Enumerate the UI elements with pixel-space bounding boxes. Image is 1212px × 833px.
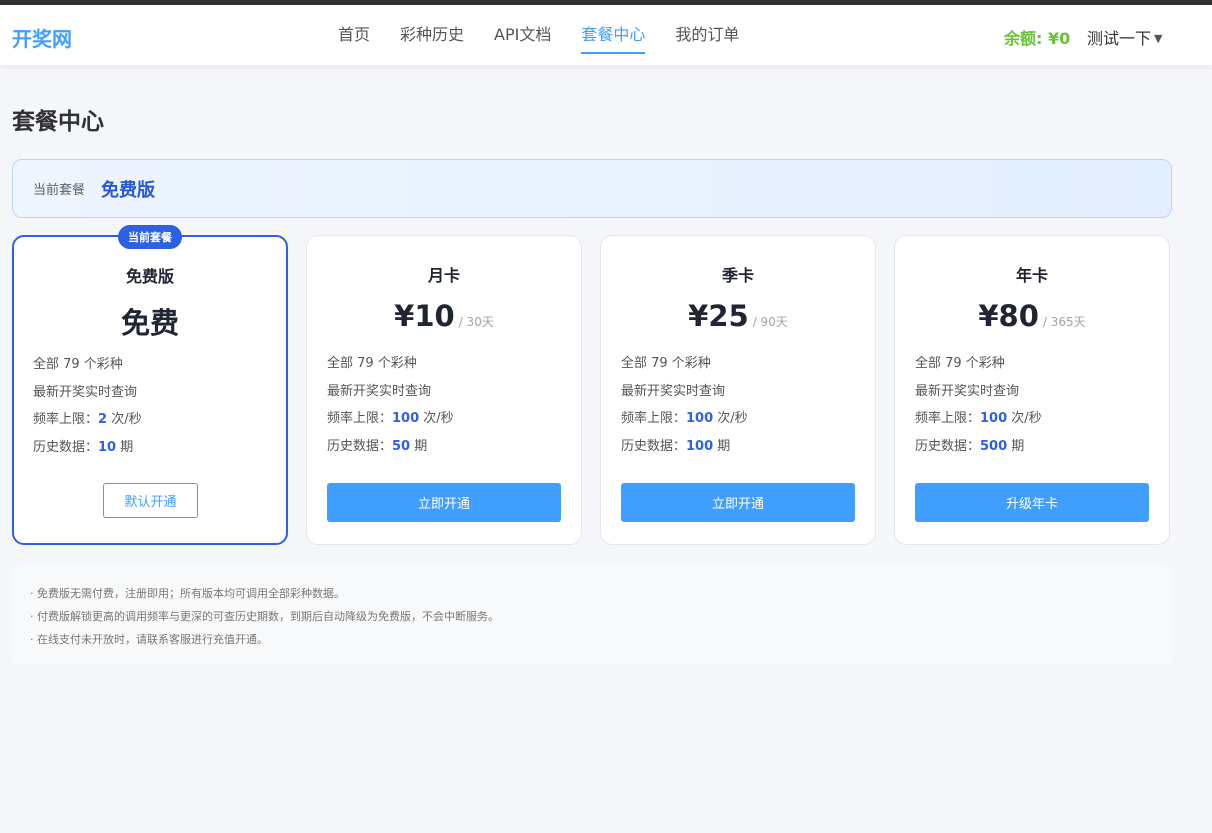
plan-price: 免费 [33, 300, 267, 340]
subscribe-quarterly-button[interactable]: 立即开通 [621, 483, 855, 522]
note-item: · 在线支付未开放时，请联系客服进行充值开通。 [30, 633, 268, 646]
plan-card-free: 当前套餐 免费版 免费 全部 79 个彩种 最新开奖实时查询 频率上限：2 次/… [12, 225, 288, 545]
current-plan-banner: 当前套餐 免费版 [12, 159, 1172, 218]
history-unit: 期 [116, 439, 134, 455]
site-logo[interactable]: 开奖网 [12, 23, 72, 52]
rate-unit: 次/秒 [419, 411, 454, 426]
nav-api-docs[interactable]: API文档 [494, 5, 551, 65]
price-period: / 90天 [752, 315, 788, 329]
user-name: 测试一下 [1087, 29, 1152, 48]
nav-home[interactable]: 首页 [338, 5, 370, 65]
feature-all-lotteries: 全部 79 个彩种 [327, 356, 417, 371]
rate-value: 100 [686, 411, 714, 426]
feature-all-lotteries: 全部 79 个彩种 [33, 357, 123, 372]
plan-features: 全部 79 个彩种 最新开奖实时查询 频率上限：100 次/秒 历史数据：500… [915, 350, 1149, 460]
nav-lottery-history[interactable]: 彩种历史 [400, 5, 464, 65]
plan-card-quarterly: 季卡 ¥25/ 90天 全部 79 个彩种 最新开奖实时查询 频率上限：100 … [600, 235, 876, 545]
feature-realtime: 最新开奖实时查询 [327, 383, 432, 399]
plan-notes: · 免费版无需付费，注册即用；所有版本均可调用全部彩种数据。 · 付费版解锁更高… [12, 565, 1172, 665]
feature-all-lotteries: 全部 79 个彩种 [915, 356, 1005, 371]
feature-rate-limit: 频率上限：100 次/秒 [915, 405, 1149, 433]
plan-name: 年卡 [1015, 266, 1048, 285]
price-amount: 免费 [120, 306, 179, 340]
plan-price: ¥10/ 30天 [327, 299, 561, 339]
rate-label: 频率上限： [915, 411, 981, 426]
plan-features: 全部 79 个彩种 最新开奖实时查询 频率上限：100 次/秒 历史数据：100… [621, 350, 855, 460]
top-header: 开奖网 首页 彩种历史 API文档 套餐中心 我的订单 余额: ¥0 测试一下 ▼ [0, 5, 1212, 65]
nav-plan-center[interactable]: 套餐中心 [581, 5, 646, 65]
price-period: / 30天 [458, 315, 494, 329]
history-label: 历史数据： [327, 438, 393, 454]
main-content: 套餐中心 当前套餐 免费版 当前套餐 免费版 免费 全部 79 个彩种 最新开奖… [12, 65, 1172, 665]
default-activate-button[interactable]: 默认开通 [103, 483, 198, 518]
current-plan-value: 免费版 [101, 179, 156, 201]
plan-name: 季卡 [721, 266, 754, 285]
account-balance: 余额: ¥0 [1004, 29, 1071, 48]
nav-my-orders[interactable]: 我的订单 [675, 5, 739, 65]
history-label: 历史数据： [621, 438, 687, 454]
page-title: 套餐中心 [12, 109, 104, 135]
history-label: 历史数据： [33, 439, 99, 455]
history-value: 10 [98, 439, 117, 455]
history-value: 50 [392, 438, 411, 454]
plan-name: 免费版 [125, 267, 174, 286]
price-amount: ¥80 [978, 299, 1039, 333]
history-value: 100 [686, 438, 714, 454]
subscribe-monthly-button[interactable]: 立即开通 [327, 483, 561, 522]
main-nav: 首页 彩种历史 API文档 套餐中心 我的订单 [338, 5, 739, 65]
current-plan-badge: 当前套餐 [118, 225, 182, 249]
rate-value: 2 [98, 412, 108, 427]
price-amount: ¥25 [688, 299, 749, 333]
feature-realtime: 最新开奖实时查询 [915, 383, 1020, 399]
feature-rate-limit: 频率上限：100 次/秒 [327, 405, 561, 433]
plan-features: 全部 79 个彩种 最新开奖实时查询 频率上限：2 次/秒 历史数据：10 期 [33, 351, 267, 461]
feature-history: 历史数据：50 期 [327, 433, 561, 461]
feature-rate-limit: 频率上限：2 次/秒 [33, 406, 267, 434]
note-item: · 免费版无需付费，注册即用；所有版本均可调用全部彩种数据。 [30, 587, 345, 600]
rate-unit: 次/秒 [713, 411, 748, 426]
feature-history: 历史数据：10 期 [33, 434, 267, 462]
feature-realtime: 最新开奖实时查询 [33, 384, 138, 400]
feature-history: 历史数据：100 期 [621, 433, 855, 461]
history-value: 500 [980, 438, 1008, 454]
history-label: 历史数据： [915, 438, 981, 454]
plan-card-yearly: 年卡 ¥80/ 365天 全部 79 个彩种 最新开奖实时查询 频率上限：100… [894, 235, 1170, 545]
price-amount: ¥10 [394, 299, 455, 333]
feature-rate-limit: 频率上限：100 次/秒 [621, 405, 855, 433]
feature-realtime: 最新开奖实时查询 [621, 383, 726, 399]
price-period: / 365天 [1042, 315, 1086, 329]
rate-value: 100 [980, 411, 1008, 426]
upgrade-yearly-button[interactable]: 升级年卡 [915, 483, 1149, 522]
chevron-down-icon: ▼ [1154, 32, 1163, 45]
plan-name: 月卡 [427, 266, 460, 285]
rate-label: 频率上限： [621, 411, 687, 426]
feature-all-lotteries: 全部 79 个彩种 [621, 356, 711, 371]
rate-unit: 次/秒 [107, 412, 142, 427]
feature-history: 历史数据：500 期 [915, 433, 1149, 461]
rate-label: 频率上限： [327, 411, 393, 426]
rate-value: 100 [392, 411, 420, 426]
user-menu[interactable]: 测试一下 ▼ [1087, 25, 1162, 49]
plan-price: ¥80/ 365天 [915, 299, 1149, 339]
note-item: · 付费版解锁更高的调用频率与更深的可查历史期数，到期后自动降级为免费版，不会中… [30, 610, 499, 623]
history-unit: 期 [713, 438, 731, 454]
plan-price: ¥25/ 90天 [621, 299, 855, 339]
history-unit: 期 [410, 438, 428, 454]
plan-card-monthly: 月卡 ¥10/ 30天 全部 79 个彩种 最新开奖实时查询 频率上限：100 … [306, 235, 582, 545]
plan-cards: 当前套餐 免费版 免费 全部 79 个彩种 最新开奖实时查询 频率上限：2 次/… [12, 225, 1172, 545]
plan-features: 全部 79 个彩种 最新开奖实时查询 频率上限：100 次/秒 历史数据：50 … [327, 350, 561, 460]
rate-unit: 次/秒 [1007, 411, 1042, 426]
current-plan-label: 当前套餐 [33, 183, 86, 198]
rate-label: 频率上限： [33, 412, 99, 427]
history-unit: 期 [1007, 438, 1025, 454]
